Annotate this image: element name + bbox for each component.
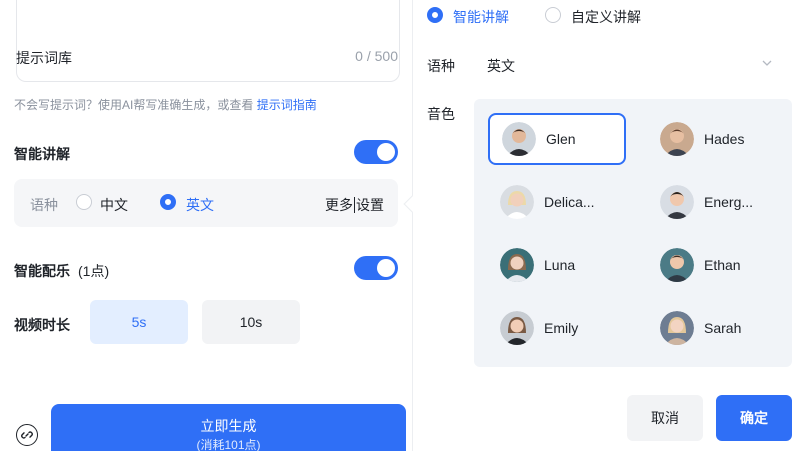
cancel-button[interactable]: 取消 (627, 395, 703, 441)
narration-toggle[interactable] (354, 140, 398, 164)
generate-cost: (消耗101点) (196, 438, 261, 451)
avatar (660, 185, 694, 219)
duration-10s-button[interactable]: 10s (202, 300, 300, 344)
char-counter: 0 / 500 (355, 48, 398, 64)
prompt-library-link[interactable]: 提示词库 (16, 48, 72, 68)
duration-5s-button[interactable]: 5s (90, 300, 188, 344)
avatar (660, 311, 694, 345)
language-option-english[interactable]: 英文 (186, 195, 214, 215)
mode-radio-custom[interactable] (545, 7, 561, 23)
voice-option-delica[interactable]: Delica... (488, 176, 626, 228)
toggle-knob (377, 259, 395, 277)
voice-option-hades[interactable]: Hades (648, 113, 786, 165)
music-cost: (1点) (78, 263, 110, 279)
mode-option-smart[interactable]: 智能讲解 (453, 7, 509, 27)
voice-name: Ethan (704, 257, 741, 273)
voice-name: Energ... (704, 194, 754, 210)
chevron-down-icon[interactable] (760, 56, 774, 70)
voice-name: Emily (544, 320, 579, 336)
mode-option-custom[interactable]: 自定义讲解 (571, 7, 641, 27)
text-cursor (354, 197, 355, 213)
music-title: 智能配乐 (1点) (14, 261, 109, 281)
more-settings-text-a: 更多 (325, 197, 353, 213)
voice-option-luna[interactable]: Luna (488, 239, 626, 291)
voice-option-energ[interactable]: Energ... (648, 176, 786, 228)
video-generation-settings: 提示词库 0 / 500 不会写提示词？使用AI帮写准确生成，或查看 提示词指南… (0, 0, 794, 451)
narration-title: 智能讲解 (14, 146, 70, 162)
confirm-button[interactable]: 确定 (716, 395, 792, 441)
avatar (660, 122, 694, 156)
language-radio-english[interactable] (160, 194, 176, 210)
language-select[interactable]: 英文 (487, 56, 515, 76)
music-title-text: 智能配乐 (14, 263, 70, 279)
voice-name: Delica... (544, 194, 595, 210)
avatar (502, 122, 536, 156)
language-label: 语种 (30, 197, 58, 213)
left-panel: 提示词库 0 / 500 不会写提示词？使用AI帮写准确生成，或查看 提示词指南… (0, 0, 412, 451)
voice-option-glen[interactable]: Glen (488, 113, 626, 165)
avatar (500, 248, 534, 282)
language-label: 语种 (427, 58, 455, 74)
voice-option-emily[interactable]: Emily (488, 302, 626, 354)
avatar (500, 311, 534, 345)
language-option-chinese[interactable]: 中文 (100, 195, 128, 215)
music-toggle[interactable] (354, 256, 398, 280)
mode-radio-smart[interactable] (427, 7, 443, 23)
toggle-knob (377, 143, 395, 161)
generate-button[interactable]: 立即生成 (消耗101点) (51, 404, 406, 451)
avatar (500, 185, 534, 219)
prompt-guide-link[interactable]: 提示词指南 (257, 98, 317, 112)
duration-title: 视频时长 (14, 317, 70, 333)
generate-label: 立即生成 (200, 418, 257, 434)
prompt-textarea[interactable] (16, 0, 400, 82)
voice-grid: Glen Hades Delica... Energ... Luna Ethan… (474, 99, 792, 367)
voice-name: Hades (704, 131, 745, 147)
voice-label: 音色 (427, 106, 455, 122)
hint-text: 不会写提示词？使用AI帮写准确生成，或查看 (14, 98, 257, 112)
voice-name: Sarah (704, 320, 742, 336)
voice-option-ethan[interactable]: Ethan (648, 239, 786, 291)
more-settings-button[interactable]: 更多 设置 (325, 195, 384, 215)
link-icon[interactable] (16, 424, 38, 446)
prompt-hint: 不会写提示词？使用AI帮写准确生成，或查看 提示词指南 (14, 96, 317, 113)
narration-language-box: 语种 中文 英文 更多 设置 (14, 179, 398, 227)
more-settings-text-b: 设置 (356, 197, 384, 213)
voice-name: Luna (544, 257, 576, 273)
voice-option-sarah[interactable]: Sarah (648, 302, 786, 354)
narration-settings-popover: 智能讲解 自定义讲解 语种 英文 音色 Glen Hades Delica...… (413, 0, 794, 451)
avatar (660, 248, 694, 282)
language-radio-chinese[interactable] (76, 194, 92, 210)
voice-name: Glen (546, 131, 576, 147)
